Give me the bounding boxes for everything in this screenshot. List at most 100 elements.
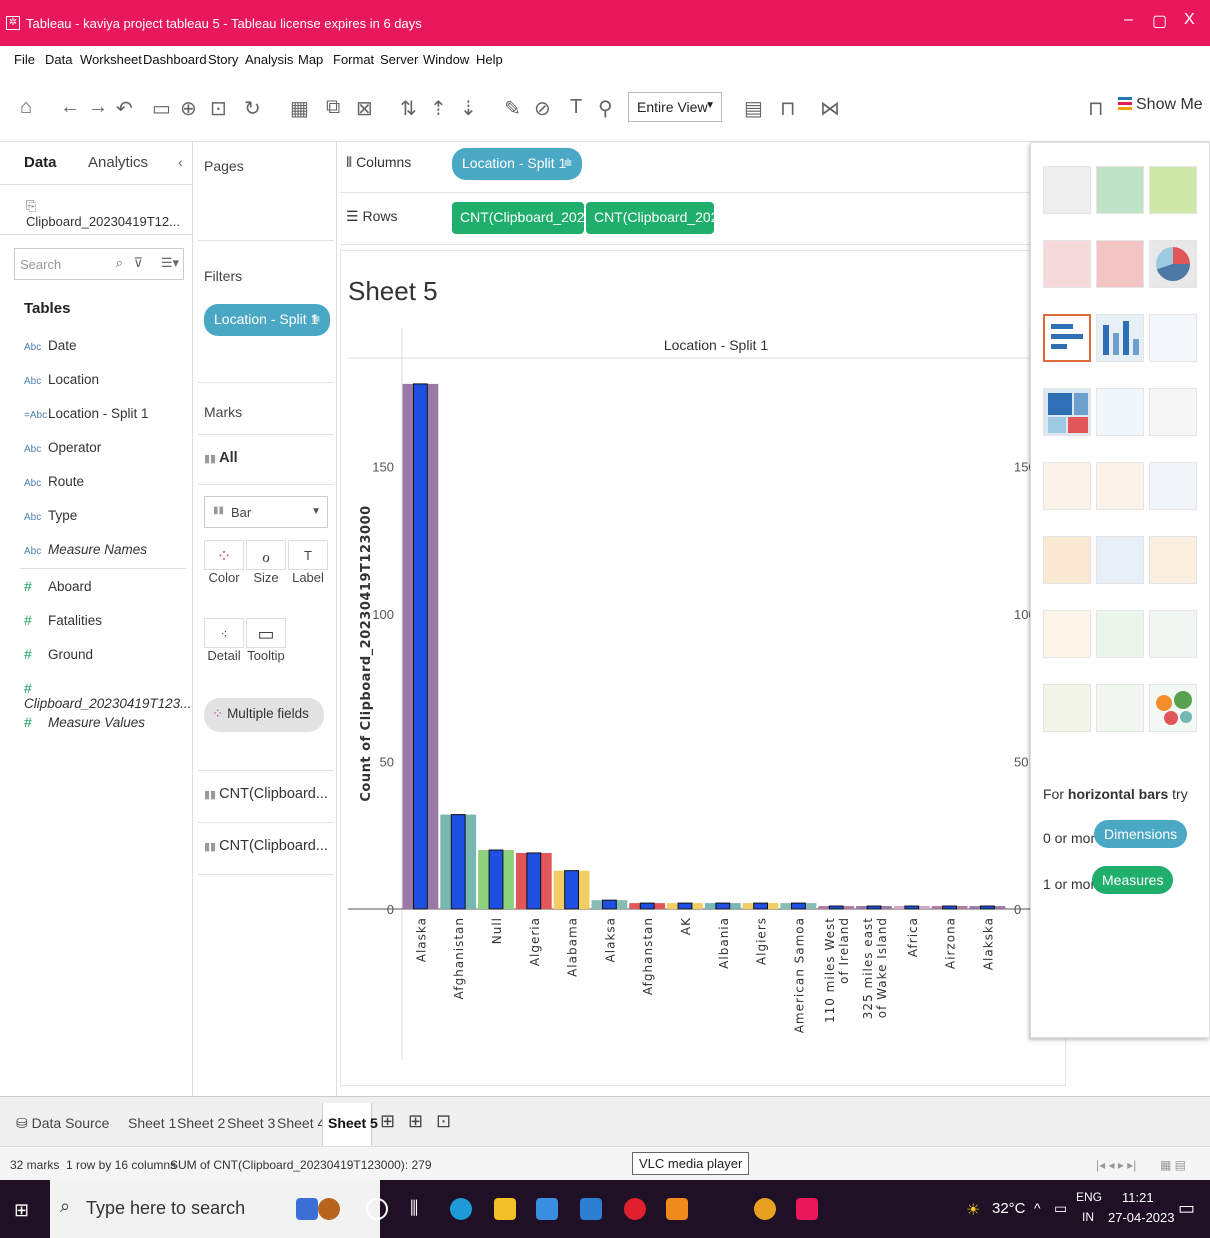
histogram-thumb[interactable] (1096, 610, 1144, 658)
group-icon[interactable]: ⊘ (534, 96, 551, 121)
file-explorer-icon[interactable] (494, 1198, 516, 1220)
field-item[interactable]: Abc Location (24, 372, 99, 387)
menu-window[interactable]: Window (423, 52, 469, 67)
side-by-side-bars-thumb[interactable] (1149, 314, 1197, 362)
input-language[interactable]: ENG (1076, 1190, 1102, 1204)
filter-pill[interactable]: Location - Split 1 ⩧ (204, 304, 330, 336)
marks-all-tab[interactable]: ▮▮ All (204, 450, 238, 466)
circle-views-thumb[interactable] (1096, 388, 1144, 436)
dual-combination-thumb[interactable] (1149, 536, 1197, 584)
forward-icon[interactable]: → (88, 96, 108, 119)
color-button[interactable]: ⁘ Color (204, 540, 244, 585)
columns-pill[interactable]: Location - Split 1 ⩧ (452, 148, 582, 180)
tab-sheet-3[interactable]: Sheet 3 (227, 1115, 275, 1131)
field-item[interactable]: # Aboard (24, 578, 92, 594)
field-search-input[interactable]: Search ⌕ ⊽ ☰▾ (14, 248, 184, 280)
tab-analytics[interactable]: Analytics (88, 154, 148, 171)
measure-marks-tab[interactable]: ▮▮ CNT(Clipboard... (204, 838, 328, 854)
highlight-table-thumb[interactable] (1149, 166, 1197, 214)
tab-sheet-4[interactable]: Sheet 4 (277, 1115, 325, 1131)
clock-time[interactable]: 11:21 (1122, 1190, 1154, 1205)
close-button[interactable]: X (1184, 11, 1195, 29)
sort-ascending-icon[interactable]: ⇡ (430, 96, 447, 121)
cortana-icon[interactable] (366, 1198, 388, 1220)
mark-type-select[interactable]: ▮▮ Bar ▼ (204, 496, 328, 528)
field-item[interactable]: Abc Operator (24, 440, 101, 455)
field-item[interactable]: =AbcLocation - Split 1 (24, 406, 149, 421)
field-item[interactable]: # Measure Values (24, 714, 145, 730)
tooltip-toggle-icon[interactable]: ⊓ (1088, 96, 1104, 121)
area-continuous-thumb[interactable] (1043, 536, 1091, 584)
show-cards-icon[interactable]: ▤ (744, 96, 763, 121)
datasource-item[interactable]: ⎘ Clipboard_20230419T12... (26, 198, 192, 229)
tooltip-button[interactable]: ▭ Tooltip (246, 618, 286, 663)
stacked-bars-thumb[interactable] (1096, 314, 1144, 362)
chrome-icon[interactable] (754, 1198, 776, 1220)
gantt-chart-thumb[interactable] (1043, 684, 1091, 732)
filled-map-thumb[interactable] (1096, 240, 1144, 288)
back-icon[interactable]: ← (60, 96, 80, 119)
rows-pill[interactable]: CNT(Clipboard_2023.. (452, 202, 600, 234)
tab-data[interactable]: Data (24, 154, 57, 171)
view-options-icon[interactable]: ☰▾ (161, 255, 179, 271)
tab-view-icon[interactable]: ▦ ▤ (1160, 1158, 1186, 1172)
multiple-fields-pill[interactable]: ⁘ Multiple fields (204, 698, 324, 732)
labels-icon[interactable]: T (570, 96, 582, 119)
packed-bubbles-thumb[interactable] (1149, 684, 1197, 732)
continuous-lines-thumb[interactable] (1043, 462, 1091, 510)
weather-widget-icon[interactable] (296, 1198, 318, 1220)
share-icon[interactable]: ⋈ (820, 96, 840, 121)
menu-analysis[interactable]: Analysis (245, 52, 293, 67)
heat-map-thumb[interactable] (1096, 166, 1144, 214)
view-mode-select[interactable]: Entire View ▼ (628, 92, 722, 122)
tab-sheet-5[interactable]: Sheet 5 (328, 1115, 378, 1131)
notifications-icon[interactable]: ▭ (1178, 1198, 1195, 1219)
scatter-plot-thumb[interactable] (1043, 610, 1091, 658)
label-button[interactable]: T Label (288, 540, 328, 585)
measure-marks-tab[interactable]: ▮▮ CNT(Clipboard... (204, 786, 328, 802)
symbol-map-thumb[interactable] (1043, 240, 1091, 288)
undo-icon[interactable]: ↶ (116, 96, 133, 121)
opera-icon[interactable] (624, 1198, 646, 1220)
field-item[interactable]: Abc Measure Names (24, 542, 147, 557)
sort-descending-icon[interactable]: ⇣ (460, 96, 477, 121)
battery-icon[interactable]: ▭ (1054, 1200, 1067, 1217)
restore-button[interactable]: ▢ (1152, 11, 1167, 31)
field-item[interactable]: # Ground (24, 646, 93, 662)
field-item[interactable]: #Clipboard_20230419T123... (24, 680, 192, 711)
treemap-thumb[interactable] (1043, 388, 1091, 436)
sheet-navigation-icon[interactable]: |◂ ◂ ▸ ▸| (1096, 1158, 1136, 1172)
football-icon[interactable] (318, 1198, 340, 1220)
duplicate-icon[interactable]: ⧉ (326, 96, 340, 119)
field-item[interactable]: Abc Date (24, 338, 77, 353)
save-icon[interactable]: ▭ (152, 96, 171, 121)
dual-lines-thumb[interactable] (1149, 462, 1197, 510)
mail-icon[interactable] (580, 1198, 602, 1220)
swap-icon[interactable]: ⇅ (400, 96, 417, 121)
clear-sheet-icon[interactable]: ⊠ (356, 96, 373, 121)
edge-icon[interactable] (450, 1198, 472, 1220)
vlc-icon[interactable] (666, 1198, 688, 1220)
tray-chevron-icon[interactable]: ^ (1034, 1200, 1041, 1216)
pie-chart-thumb[interactable] (1149, 240, 1197, 288)
menu-data[interactable]: Data (45, 52, 72, 67)
new-worksheet-icon[interactable]: ▦ (290, 96, 309, 121)
presentation-icon[interactable]: ⊓ (780, 96, 796, 121)
task-view-icon[interactable]: ⫼ (410, 1198, 432, 1220)
clock-date[interactable]: 27-04-2023 (1108, 1210, 1175, 1225)
size-button[interactable]: ℴ Size (246, 540, 286, 585)
menu-server[interactable]: Server (380, 52, 418, 67)
menu-map[interactable]: Map (298, 52, 323, 67)
highlight-icon[interactable]: ✎ (504, 96, 521, 121)
new-story-tab-icon[interactable]: ⊡ (436, 1111, 451, 1132)
field-item[interactable]: Abc Route (24, 474, 84, 489)
bar-chart[interactable]: Location - Split 1 Count of Clipboard_202… (340, 320, 1066, 1080)
new-dashboard-tab-icon[interactable]: ⊞ (408, 1111, 423, 1132)
discrete-lines-thumb[interactable] (1096, 462, 1144, 510)
menu-story[interactable]: Story (208, 52, 238, 67)
new-datasource-icon[interactable]: ⊕ (180, 96, 197, 121)
pin-icon[interactable]: ⚲ (598, 96, 613, 121)
bullet-graph-thumb[interactable] (1096, 684, 1144, 732)
tableau-taskbar-icon[interactable] (796, 1198, 818, 1220)
field-item[interactable]: # Fatalities (24, 612, 102, 628)
